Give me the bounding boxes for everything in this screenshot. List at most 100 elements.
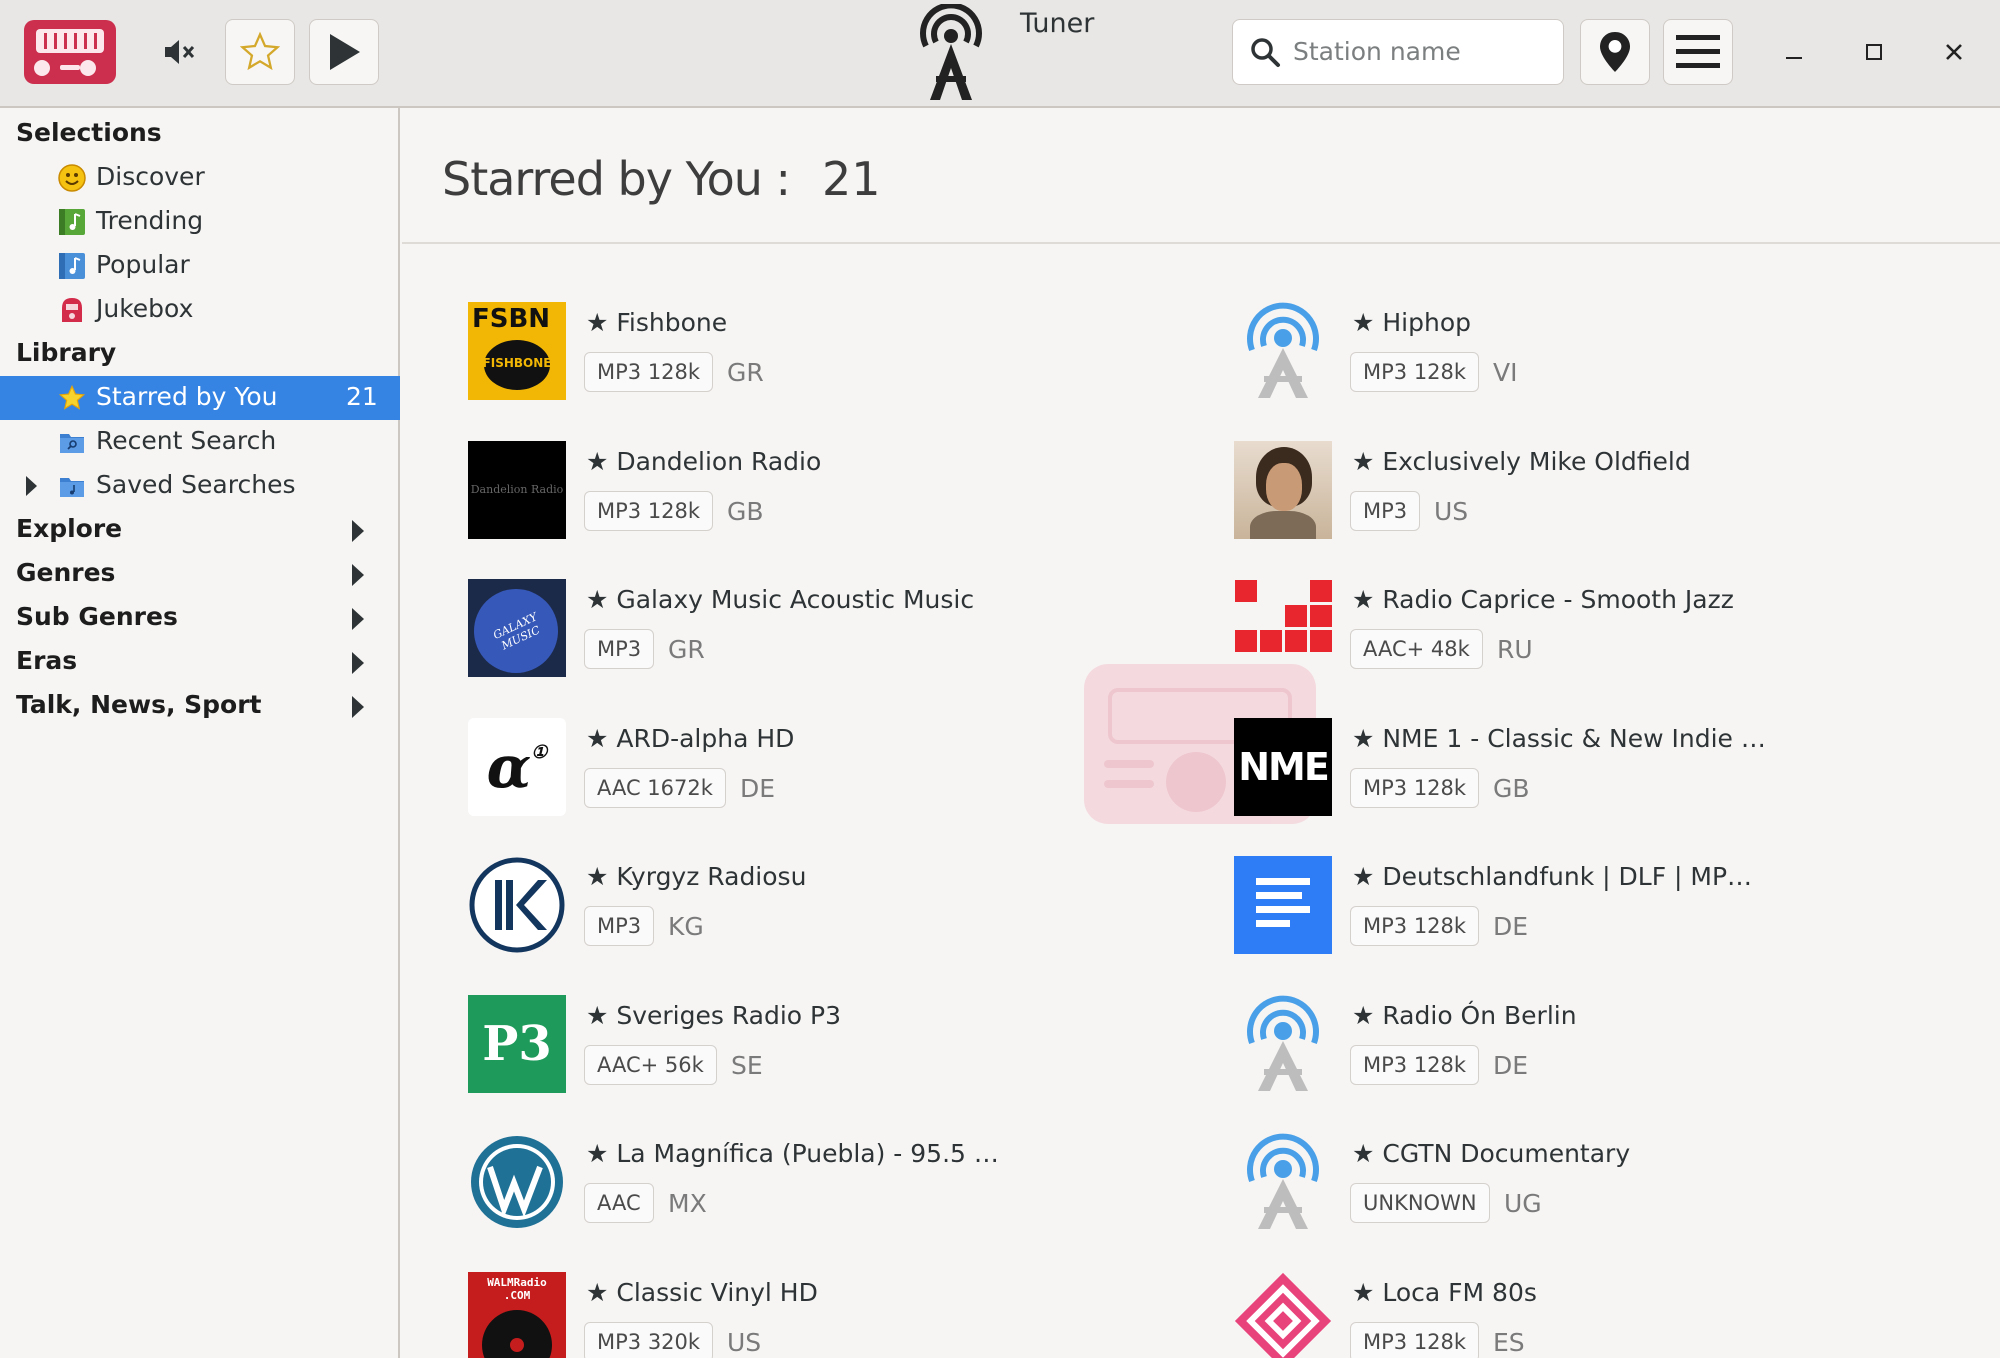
station-card[interactable]: ★ Deutschlandfunk | DLF | MP… MP3 128k DE	[1234, 856, 1954, 956]
station-name: ★ Hiphop	[1352, 308, 1471, 337]
station-logo: WALMRadio .COM	[468, 1271, 566, 1358]
folder-music-icon	[60, 478, 84, 497]
station-card[interactable]: FSBN FISHBONE ★ Fishbone MP3 128k GR	[468, 302, 1188, 402]
sidebar: Selections Discover Trending Popular Juk…	[0, 108, 400, 1358]
search-icon	[1251, 38, 1280, 67]
mute-button[interactable]	[150, 22, 210, 82]
country-code: SE	[731, 1050, 763, 1080]
station-name: ★ Dandelion Radio	[586, 446, 822, 476]
station-count: 21	[822, 152, 881, 206]
codec-badge: MP3	[584, 906, 655, 946]
sidebar-item-starred[interactable]: Starred by You 21	[0, 376, 400, 420]
codec-badge: AAC	[584, 1183, 654, 1223]
hamburger-menu-icon	[1676, 35, 1720, 68]
station-logo: α①	[468, 717, 566, 816]
sidebar-item-saved-searches[interactable]: Saved Searches	[0, 464, 400, 508]
station-card[interactable]: ★ CGTN Documentary UNKNOWN UG	[1234, 1133, 1954, 1233]
country-code: GB	[1493, 773, 1530, 803]
station-logo: P3	[468, 994, 566, 1093]
play-button[interactable]	[309, 19, 379, 85]
expand-arrow-icon	[352, 520, 364, 542]
codec-badge: AAC 1672k	[584, 767, 726, 808]
station-name: ★ Sveriges Radio P3	[586, 1000, 842, 1030]
station-name: ★ Fishbone	[586, 308, 728, 337]
station-logo	[1234, 1133, 1332, 1231]
main-panel: Starred by You : 21 FSBN FISHBONE ★ Fishbo…	[402, 108, 2000, 1358]
sidebar-header-library: Library	[16, 338, 117, 367]
station-card[interactable]: ★ Hiphop MP3 128k VI	[1234, 302, 1954, 402]
sidebar-item-jukebox[interactable]: Jukebox	[0, 288, 400, 332]
station-card[interactable]: ★ Exclusively Mike Oldfield MP3 US	[1234, 440, 1954, 541]
close-icon	[1946, 44, 1962, 60]
station-name: ★ CGTN Documentary	[1352, 1139, 1631, 1168]
station-logo	[1234, 856, 1332, 954]
station-card[interactable]: ★ Radio Caprice - Smooth Jazz AAC+ 48k RU	[1234, 579, 1954, 679]
search-placeholder: Station name	[1293, 37, 1461, 66]
sidebar-item-popular[interactable]: Popular	[0, 244, 400, 288]
country-code: DE	[1493, 1050, 1529, 1080]
sidebar-item-discover[interactable]: Discover	[0, 156, 400, 200]
station-name: ★ Exclusively Mike Oldfield	[1352, 446, 1691, 476]
station-card[interactable]: NME ★ NME 1 - Classic & New Indie … MP3 12…	[1234, 717, 1954, 818]
maximize-button[interactable]	[1848, 26, 1900, 78]
sidebar-category-genres[interactable]: Genres	[0, 552, 400, 596]
star-outline-icon	[239, 31, 281, 71]
main-menu-button[interactable]	[1663, 19, 1733, 85]
expand-arrow-icon	[352, 608, 364, 630]
sidebar-item-recent-search[interactable]: Recent Search	[0, 420, 400, 464]
station-card[interactable]: ★ Loca FM 80s MP3 128k ES	[1234, 1272, 1954, 1358]
tower-logo-icon	[920, 4, 982, 100]
folder-search-icon	[60, 434, 84, 453]
close-button[interactable]	[1928, 26, 1980, 78]
app-radio-icon	[24, 20, 116, 84]
sidebar-item-trending[interactable]: Trending	[0, 200, 400, 244]
country-code: ES	[1493, 1327, 1525, 1357]
country-code: DE	[1493, 912, 1529, 941]
expand-arrow-icon[interactable]	[26, 476, 37, 496]
sidebar-category-explore[interactable]: Explore	[0, 508, 400, 552]
minimize-icon	[1786, 57, 1802, 59]
station-name: ★ Deutschlandfunk | DLF | MP…	[1352, 862, 1753, 891]
station-name: ★ Radio Ón Berlin	[1352, 1000, 1577, 1030]
station-card[interactable]: ★ Radio Ón Berlin MP3 128k DE	[1234, 995, 1954, 1095]
station-card[interactable]: ★ La Magnífica (Puebla) - 95.5 … AAC MX	[468, 1133, 1188, 1233]
country-code: GB	[727, 496, 764, 526]
country-code: DE	[740, 773, 776, 803]
station-search-input[interactable]: Station name	[1232, 19, 1564, 85]
expand-arrow-icon	[352, 652, 364, 674]
codec-badge: UNKNOWN	[1350, 1183, 1490, 1223]
window-title: Tuner	[1020, 8, 1095, 39]
divider	[402, 242, 2000, 244]
station-card[interactable]: WALMRadio .COM ★ Classic Vinyl HD MP3 320k…	[468, 1271, 1188, 1358]
country-code: VI	[1493, 358, 1518, 387]
maximize-icon	[1866, 44, 1882, 60]
codec-badge: MP3	[584, 629, 655, 669]
station-name: ★ Radio Caprice - Smooth Jazz	[1352, 585, 1734, 614]
play-icon	[330, 34, 360, 70]
star-button[interactable]	[225, 19, 295, 85]
minimize-button[interactable]	[1768, 26, 1820, 78]
codec-badge: MP3 128k	[1350, 1321, 1480, 1358]
sidebar-category-sub-genres[interactable]: Sub Genres	[0, 596, 400, 640]
station-card[interactable]: P3 ★ Sveriges Radio P3 AAC+ 56k SE	[468, 994, 1188, 1095]
station-logo: Dandelion Radio	[468, 440, 566, 539]
music-blue-icon	[59, 253, 85, 279]
music-green-icon	[59, 209, 85, 235]
page-title: Starred by You :	[442, 152, 791, 206]
station-card[interactable]: ★ Kyrgyz Radiosu MP3 KG	[468, 856, 1188, 956]
smiley-icon	[58, 164, 86, 192]
station-name: ★ Classic Vinyl HD	[586, 1277, 818, 1307]
codec-badge: AAC+ 48k	[1350, 629, 1483, 669]
station-card[interactable]: α ① ★ ARD-alpha HD AAC 1672k DE	[468, 717, 1188, 818]
station-name: ★ Galaxy Music Acoustic Music	[586, 585, 975, 614]
location-button[interactable]	[1580, 19, 1650, 85]
country-code: US	[1434, 496, 1469, 526]
country-code: KG	[668, 912, 704, 941]
sidebar-category-eras[interactable]: Eras	[0, 640, 400, 684]
codec-badge: MP3 128k	[1350, 767, 1480, 808]
mute-icon	[165, 40, 195, 64]
station-name: ★ Kyrgyz Radiosu	[586, 862, 807, 891]
station-card[interactable]: Dandelion Radio ★ Dandelion Radio MP3 128k…	[468, 440, 1188, 541]
station-card[interactable]: GALAXY MUSIC ★ Galaxy Music Acoustic Musi…	[468, 579, 1188, 679]
sidebar-category-talk-news-sport[interactable]: Talk, News, Sport	[0, 684, 400, 728]
